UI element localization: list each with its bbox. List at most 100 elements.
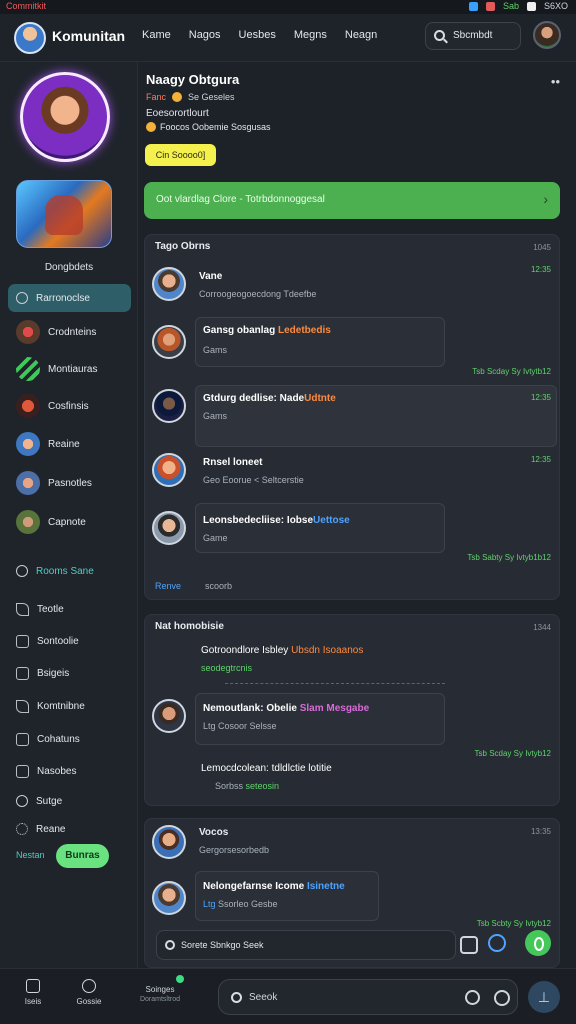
message-text: Sorbss seteosin [215, 781, 279, 791]
status-button[interactable]: Bunras [56, 844, 109, 868]
camera-icon[interactable] [465, 990, 480, 1005]
sidebar-menu-label: Bsigeis [37, 667, 70, 679]
author-highlight: Ubsdn Isoaanos [291, 645, 364, 656]
sidebar-menu-4[interactable]: Komtnibne [16, 693, 85, 719]
panel-time: 1344 [533, 623, 551, 632]
nav-link-2[interactable]: Nagos [189, 29, 221, 41]
nav-link-1[interactable]: Kame [142, 29, 171, 41]
message-composer[interactable]: Sorete Sbnkgo Seek [156, 930, 456, 960]
message-time: Tsb Scday Sy Ivtytb12 [472, 367, 551, 376]
message-avatar[interactable] [152, 881, 186, 915]
search-icon [231, 992, 242, 1003]
character-icon [16, 432, 40, 456]
message-avatar[interactable] [152, 267, 186, 301]
list-icon [16, 764, 29, 778]
profile-tags: Foocos Oobemie Sosgusas [146, 122, 271, 132]
message-avatar[interactable] [152, 825, 186, 859]
message-bubble[interactable] [195, 871, 379, 921]
nav-link-3[interactable]: Uesbes [239, 29, 276, 41]
sidebar-item-1[interactable]: Crodnteins [16, 319, 96, 345]
nav-link-5[interactable]: Neagn [345, 29, 377, 41]
attach-icon[interactable] [460, 936, 478, 954]
gear-icon [16, 823, 28, 835]
panel-time: 13:35 [530, 827, 551, 836]
tab-messages[interactable]: Soinges Doramtsltrod [132, 985, 188, 1003]
sidebar-item-label: Pasnotles [48, 477, 92, 489]
message-author: Gotroondlore Isbley Ubsdn Isoaanos [201, 645, 363, 656]
sidebar-item-6[interactable]: Capnote [16, 509, 86, 535]
author-highlight: Udtnte [304, 393, 336, 404]
send-button[interactable] [525, 930, 551, 956]
pen-icon [16, 699, 29, 713]
message-avatar[interactable] [152, 511, 186, 545]
sidebar-link-label: Rooms Sane [36, 565, 94, 577]
sidebar-menu-label: Sontoolie [37, 635, 79, 647]
tab-explore[interactable]: Gossie [72, 979, 106, 1006]
profile-circle-icon[interactable] [494, 990, 510, 1006]
sidebar-item-4[interactable]: Reaine [16, 431, 80, 457]
banner-text: Oot vlardlag Clore - Totrbdonnoggesal [156, 194, 325, 205]
panel-time: 1045 [533, 243, 551, 252]
panel-title: Vocos [199, 827, 229, 838]
message-time: Tsb Sabty Sy Ivtyb1b12 [467, 553, 551, 562]
sidebar-menu-1[interactable]: Teotle [16, 596, 64, 622]
join-button[interactable]: Cin Soooo0] [145, 144, 216, 166]
message-avatar[interactable] [152, 325, 186, 359]
message-avatar[interactable] [152, 453, 186, 487]
message-time: 12:35 [530, 393, 551, 402]
sidebar-menu-2[interactable]: Sontoolie [16, 628, 79, 654]
sidebar-menu-8[interactable]: Reane [16, 816, 65, 842]
more-options-icon[interactable]: •• [551, 74, 560, 89]
nav-link-4[interactable]: Megns [294, 29, 327, 41]
announcement-banner[interactable]: Oot vlardlag Clore - Totrbdonnoggesal › [144, 182, 560, 219]
message-avatar[interactable] [152, 699, 186, 733]
book-icon [16, 666, 29, 680]
message-bubble[interactable] [195, 503, 445, 553]
sidebar-menu-6[interactable]: Nasobes [16, 758, 76, 784]
tab-label: Gossie [76, 997, 102, 1006]
message-author: Lemocdcolean: tdldlctie lotitie [201, 763, 332, 774]
author-name: Leonsbedecliise: Iobse [203, 515, 314, 526]
sidebar-menu-label: Komtnibne [37, 700, 85, 712]
sidebar-menu-5[interactable]: Cohatuns [16, 726, 80, 752]
compose-fab[interactable]: ⊥ [528, 981, 560, 1013]
message-author: Nelongefarnse Icome Isinetne [203, 881, 345, 892]
game-cover-image[interactable] [16, 180, 112, 248]
profile-avatar[interactable] [20, 72, 110, 162]
bottom-search-box[interactable]: Seeok [218, 979, 518, 1015]
sidebar-item-3[interactable]: Cosfinsis [16, 393, 89, 419]
app-logo-icon[interactable] [14, 22, 46, 54]
sidebar-link-rooms[interactable]: Rooms Sane [16, 558, 94, 584]
wifi-icon [526, 1, 536, 11]
sidebar-menu-3[interactable]: Bsigeis [16, 660, 69, 686]
message-time: Tsb Scbty Sy Ivtyb12 [476, 919, 551, 928]
composer-placeholder: Sorete Sbnkgo Seek [181, 940, 264, 950]
author-name: Nelongefarnse Icome [203, 881, 305, 892]
message-avatar[interactable] [152, 389, 186, 423]
slash-stripes-icon [16, 357, 40, 381]
panel-footer-link[interactable]: Renve [155, 581, 181, 591]
tab-home[interactable]: Iseis [18, 979, 48, 1006]
message-time: 12:35 [530, 455, 551, 464]
profile-bio: Eoesorortlourt [146, 108, 209, 119]
nav-links: Kame Nagos Uesbes Megns Neagn [142, 29, 377, 41]
profile-meta-accent: Fanc [146, 92, 167, 102]
sidebar-item-label: Capnote [48, 516, 86, 528]
author-highlight: Slam Mesgabe [299, 703, 370, 714]
sidebar-item-5[interactable]: Pasnotles [16, 470, 92, 496]
top-search-box[interactable]: Sbcmbdt [425, 22, 521, 50]
sidebar-menu-7[interactable]: Sutge [16, 788, 62, 814]
sidebar-item-label: Reaine [48, 438, 80, 450]
sidebar-item-active-content[interactable]: Rarronoclse [16, 285, 90, 311]
character-icon [16, 510, 40, 534]
message-text-highlight: Ltg [203, 899, 216, 909]
message-bubble[interactable] [195, 693, 445, 745]
bottom-tab-bar: Iseis Gossie Soinges Doramtsltrod Seeok … [0, 968, 576, 1024]
user-avatar[interactable] [533, 21, 561, 49]
message-text: Gams [203, 411, 228, 421]
chat-panel-2: Nat homobisie 1344 Gotroondlore Isbley U… [144, 614, 560, 806]
wrench-icon [16, 602, 29, 616]
profile-meta: Fanc Se Geseles [146, 92, 235, 102]
emoji-picker-icon[interactable] [488, 934, 506, 952]
sidebar-item-2[interactable]: Montiauras [16, 356, 97, 382]
